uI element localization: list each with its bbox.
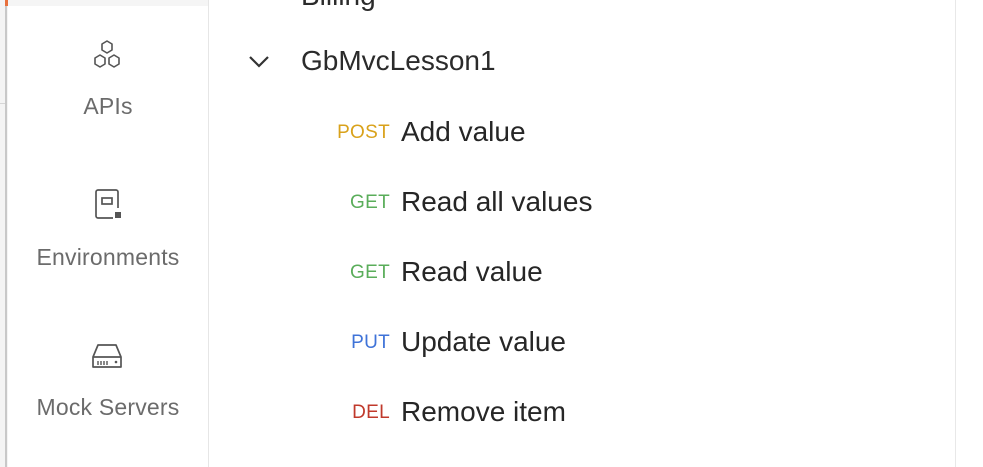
request-row[interactable]: POST Add value xyxy=(209,110,955,154)
folder-label: Billing xyxy=(301,0,376,12)
chevron-down-icon[interactable] xyxy=(247,52,271,72)
request-name: Remove item xyxy=(401,396,566,427)
request-row[interactable]: GET Read value xyxy=(209,250,955,294)
mock-servers-icon xyxy=(92,344,122,368)
sidebar-item-mock-servers[interactable]: Mock Servers xyxy=(8,320,208,420)
request-row[interactable]: GET Read all values xyxy=(209,180,955,224)
method-badge-get: GET xyxy=(350,192,390,213)
sidebar-item-label: Mock Servers xyxy=(36,394,180,420)
sidebar: APIs Environments Mock Servers xyxy=(8,0,209,467)
sidebar-item-label: Environments xyxy=(36,244,180,270)
sidebar-item-label: APIs xyxy=(83,93,133,119)
method-badge-put: PUT xyxy=(351,332,390,353)
method-badge-post: POST xyxy=(337,122,390,143)
request-name: Update value xyxy=(401,326,567,357)
environments-icon xyxy=(95,189,121,219)
request-row[interactable]: PUT Update value xyxy=(209,320,955,364)
app-window: APIs Environments Mock Servers GbMvcLess… xyxy=(0,0,983,467)
sidebar-item-apis[interactable]: APIs xyxy=(8,20,208,120)
left-edge-divider xyxy=(0,103,5,104)
request-row[interactable]: DEL Remove item xyxy=(209,390,955,434)
folder-label: GbMvcLesson1 xyxy=(301,45,496,76)
left-edge-strip xyxy=(0,0,8,467)
right-panel-edge xyxy=(956,0,983,467)
apis-icon xyxy=(94,40,120,68)
request-name: Read all values xyxy=(401,186,593,217)
method-badge-get: GET xyxy=(350,262,390,283)
left-edge-border xyxy=(5,0,7,467)
method-badge-del: DEL xyxy=(352,402,390,423)
request-name: Add value xyxy=(401,116,526,147)
folder-row-gbmvclesson1[interactable]: GbMvcLesson1 xyxy=(209,40,955,84)
sidebar-selected-item-remnant[interactable] xyxy=(8,0,208,6)
request-name: Read value xyxy=(401,256,543,287)
collection-tree: Billing GbMvcLesson1 POST Add value GET … xyxy=(209,0,955,467)
sidebar-item-environments[interactable]: Environments xyxy=(8,170,208,270)
